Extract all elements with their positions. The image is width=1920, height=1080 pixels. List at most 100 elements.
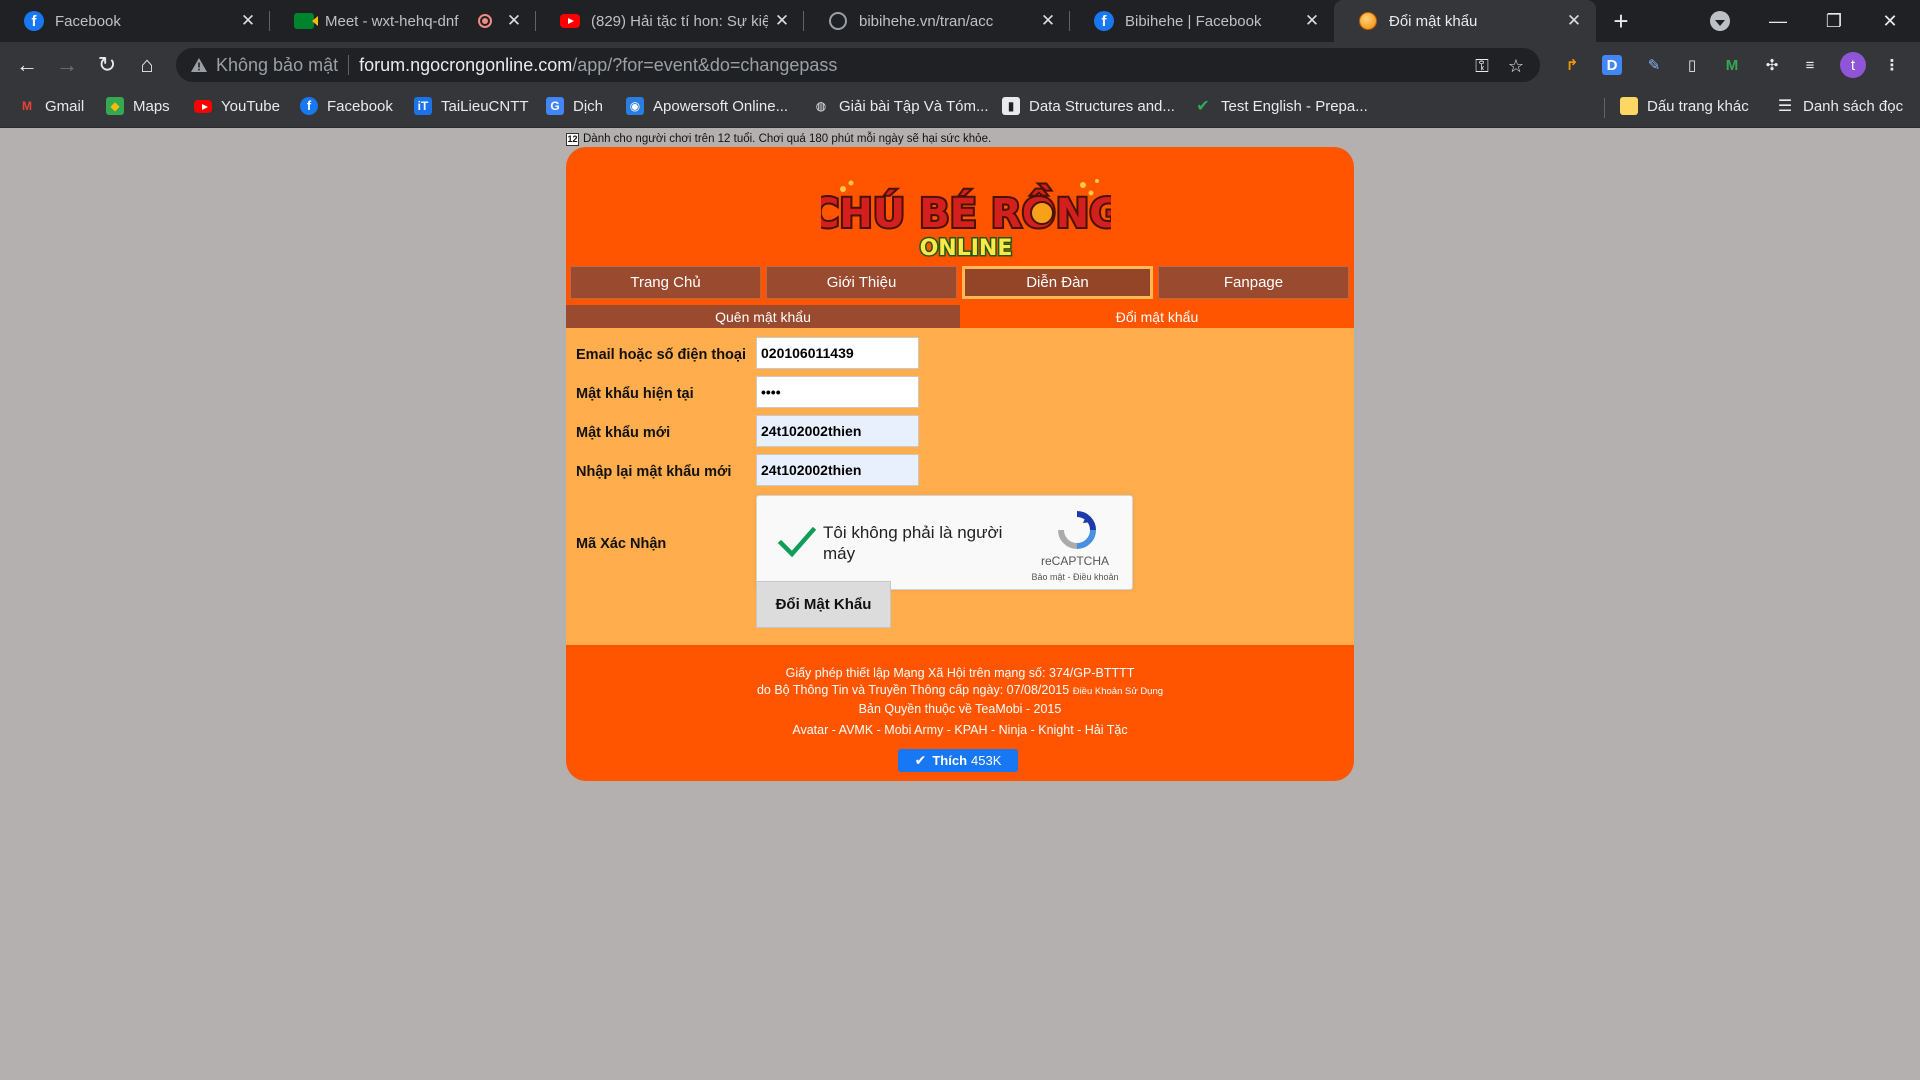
facebook-icon: f [24,11,44,31]
window-close-icon[interactable]: ✕ [1862,0,1918,42]
recaptcha-checkbox[interactable] [777,522,817,562]
bookmark-label: Apowersoft Online... [653,97,789,115]
menu-kebab-icon[interactable]: ⋮ [1882,55,1902,75]
extension-phone-icon[interactable]: ▯ [1682,55,1702,75]
svg-text:CHÚ BÉ RỒNG: CHÚ BÉ RỒNG [821,183,1111,237]
recaptcha-links[interactable]: Bảo mật - Điều khoản [1023,572,1127,582]
dragon-ball-icon [1358,11,1378,31]
other-bookmarks[interactable]: Dấu trang khác [1620,88,1749,124]
account-subtabs: Quên mật khẩu Đổi mật khẩu [566,305,1354,328]
age-notice: 12 Dành cho người chơi trên 12 tuổi. Chơ… [566,132,991,146]
close-icon[interactable]: ✕ [768,7,796,35]
warning-icon[interactable] [190,56,208,74]
loigiaihay-icon: ◍ [815,99,827,113]
other-bookmarks-label: Dấu trang khác [1647,97,1749,115]
tab-doi-mat-khau[interactable]: Đổi mật khẩu [960,305,1354,328]
key-icon[interactable]: ⚿ [1472,56,1492,76]
folder-icon [1620,97,1638,115]
email-field[interactable]: 020106011439 [756,337,919,369]
url-host: forum.ngocrongonline.com [359,54,573,75]
bookmark-maps[interactable]: ◆ Maps [106,88,170,124]
new-tab-button[interactable]: + [1606,6,1636,36]
tab-quen-mat-khau[interactable]: Quên mật khẩu [566,305,960,328]
bookmark-facebook[interactable]: f Facebook [300,88,393,124]
terms-link[interactable]: Điều Khoản Sử Dụng [1073,686,1163,697]
copyright-text: Bản Quyền thuộc về TeaMobi - 2015 [858,702,1062,716]
bookmark-giai-bai-tap[interactable]: ◍ Giải bài Tập Và Tóm... [812,88,989,124]
bookmark-youtube[interactable]: YouTube [194,88,280,124]
nav-gioi-thieu[interactable]: Giới Thiệu [766,266,957,299]
minimize-icon[interactable]: — [1750,0,1806,42]
close-icon[interactable]: ✕ [1034,7,1062,35]
tab-meet[interactable]: Meet - wxt-hehq-dnf ✕ [270,0,536,42]
browser-toolbar: ← → ↻ ⌂ Không bảo mật forum.ngocrongonli… [0,42,1920,88]
extension-pen-icon[interactable]: ✎ [1644,55,1664,75]
license-line-2: do Bộ Thông Tin và Truyền Thông cấp ngày… [566,683,1354,697]
change-password-button[interactable]: Đổi Mật Khẩu [756,581,891,628]
bookmarks-divider [1604,98,1605,118]
tab-doi-mat-khau[interactable]: Đổi mật khẩu ✕ [1334,0,1596,42]
bookmark-label: Facebook [327,97,393,115]
close-icon[interactable]: ✕ [1560,7,1588,35]
bookmark-label: Giải bài Tập Và Tóm... [839,97,989,115]
bookmark-tailieucntt[interactable]: iT TaiLieuCNTT [414,88,529,124]
facebook-like-button[interactable]: ✔ Thích 453K [898,749,1018,772]
main-card: CHÚ BÉ RỒNG ONLINE Trang Chủ Giới Thiệu … [566,147,1354,781]
reading-list[interactable]: ☰ Danh sách đọc [1776,88,1903,124]
translate-icon: G [546,97,564,115]
checkmark-icon [777,526,817,558]
like-label: Thích [932,753,968,768]
confirm-password-label: Nhập lại mật khẩu mới [576,464,732,480]
extensions-puzzle-icon[interactable]: ✣ [1762,55,1782,75]
tab-bibihehe[interactable]: bibihehe.vn/tran/acc ✕ [804,0,1070,42]
bookmark-apowersoft[interactable]: ◉ Apowersoft Online... [626,88,788,124]
current-password-label: Mật khẩu hiện tại [576,386,694,402]
game-logo[interactable]: CHÚ BÉ RỒNG ONLINE [808,161,1124,263]
bookmark-test-english[interactable]: ✔ Test English - Prepa... [1194,88,1368,124]
address-bar[interactable]: Không bảo mật forum.ngocrongonline.com/a… [176,48,1540,82]
logo-graphic: CHÚ BÉ RỒNG ONLINE [808,179,1124,263]
close-icon[interactable]: ✕ [500,7,528,35]
new-password-label: Mật khẩu mới [576,425,671,441]
license-line-1: Giấy phép thiết lập Mạng Xã Hội trên mạn… [785,666,1135,680]
current-password-field[interactable]: •••• [756,376,919,408]
tab-bibihehe-facebook[interactable]: f Bibihehe | Facebook ✕ [1070,0,1334,42]
bookmark-label: Data Structures and... [1029,97,1175,115]
nav-trang-chu[interactable]: Trang Chủ [570,266,761,299]
reload-icon[interactable]: ↻ [90,48,124,82]
bookmark-gmail[interactable]: M Gmail [18,88,84,124]
age-notice-text: Dành cho người chơi trên 12 tuổi. Chơi q… [583,133,992,145]
tab-title: Meet - wxt-hehq-dnf [325,12,459,30]
close-icon[interactable]: ✕ [1298,7,1326,35]
tab-title: (829) Hải tặc tí hon: Sự kiện [591,12,768,30]
games-list[interactable]: Avatar - AVMK - Mobi Army - KPAH - Ninja… [566,723,1354,737]
facebook-icon: f [1094,11,1114,31]
close-icon[interactable]: ✕ [234,7,262,35]
tab-facebook[interactable]: f Facebook ✕ [0,0,270,42]
home-icon[interactable]: ⌂ [130,48,164,82]
bookmark-dich[interactable]: G Dịch [546,88,603,124]
google-meet-icon [294,11,318,31]
captcha-label: Mã Xác Nhận [576,536,667,552]
reading-list-icon: ☰ [1777,98,1793,115]
bookmark-label: Test English - Prepa... [1221,97,1368,115]
nav-dien-dan[interactable]: Diễn Đàn [962,266,1153,299]
profile-avatar[interactable]: t [1840,52,1866,78]
recaptcha-text: Tôi không phải là người máy [823,523,1003,563]
maps-icon: ◆ [106,97,124,115]
nav-fanpage[interactable]: Fanpage [1158,266,1349,299]
extension-d-icon[interactable]: D [1602,55,1622,75]
forward-icon[interactable]: → [50,48,84,82]
star-icon[interactable]: ☆ [1506,56,1526,76]
tab-search-icon[interactable] [1710,11,1730,31]
new-password-field[interactable]: 24t102002thien [756,415,919,447]
extension-tampermonkey-icon[interactable]: ↱ [1562,55,1582,75]
media-control-icon[interactable]: ≡ [1800,55,1820,75]
bookmark-data-structures[interactable]: ▮ Data Structures and... [1002,88,1175,124]
tab-youtube[interactable]: (829) Hải tặc tí hon: Sự kiện ✕ [536,0,804,42]
extension-m-icon[interactable]: M [1722,55,1742,75]
tailieucntt-icon: iT [414,97,432,115]
restore-icon[interactable]: ❐ [1806,0,1862,42]
confirm-password-field[interactable]: 24t102002thien [756,454,919,486]
back-icon[interactable]: ← [10,48,44,82]
